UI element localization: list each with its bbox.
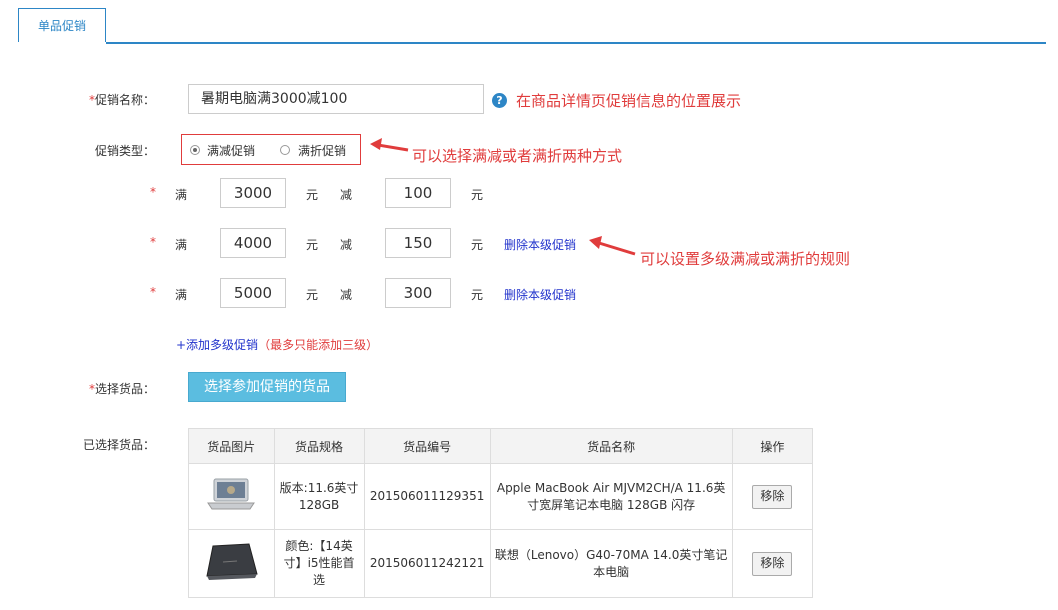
tab-underline: [106, 42, 1046, 44]
product-name: Apple MacBook Air MJVM2CH/A 11.6英寸宽屏笔记本电…: [489, 463, 733, 530]
add-tier-link[interactable]: +添加多级促销: [176, 338, 258, 352]
required-mark: *: [150, 285, 156, 299]
remove-button[interactable]: 移除: [752, 484, 793, 509]
select-goods-label: *选择货品：: [88, 382, 155, 396]
laptop-image: [206, 543, 258, 580]
tab-single-promotion[interactable]: 单品促销: [18, 8, 106, 42]
col-header-code: 货品编号: [363, 428, 491, 464]
help-icon[interactable]: ?: [492, 93, 507, 108]
laptop-image: [207, 478, 256, 510]
tier-1-amount-input[interactable]: 3000: [220, 178, 286, 208]
product-spec: 版本:11.6英寸128GB: [273, 463, 365, 530]
product-image: [188, 463, 275, 530]
tier-3-discount-input[interactable]: 300: [385, 278, 451, 308]
tier-2-delete-link[interactable]: 删除本级促销: [504, 236, 576, 253]
promotion-name-hint: 在商品详情页促销信息的位置展示: [516, 92, 742, 110]
tier-hint: 可以设置多级满减或满折的规则: [640, 250, 851, 268]
add-tier-row: +添加多级促销（最多只能添加三级）: [176, 336, 378, 353]
tier-3-amount-input[interactable]: 5000: [220, 278, 286, 308]
col-header-spec: 货品规格: [273, 428, 365, 464]
required-mark: *: [150, 235, 156, 249]
tier-1-unit: 元: [306, 188, 319, 202]
col-header-name: 货品名称: [489, 428, 733, 464]
tier-2-unit: 元: [306, 238, 319, 252]
tier-1-mid: 减: [340, 188, 353, 202]
product-code: 201506011129351: [363, 463, 491, 530]
arrow-icon: [589, 236, 636, 256]
tier-1-unit2: 元: [471, 188, 484, 202]
tier-3-unit: 元: [306, 288, 319, 302]
arrow-icon: [370, 138, 409, 152]
tier-2-mid: 减: [340, 238, 353, 252]
required-mark: *: [150, 185, 156, 199]
tier-3-unit2: 元: [471, 288, 484, 302]
table-row: 版本:11.6英寸128GB 201506011129351 Apple Mac…: [188, 463, 814, 530]
radio-full-reduction-label[interactable]: 满减促销: [207, 142, 255, 159]
selected-goods-table: 货品图片 货品规格 货品编号 货品名称 操作 版本:11.6英寸128GB 20…: [188, 428, 814, 598]
product-spec: 颜色:【14英寸】i5性能首选: [273, 529, 365, 598]
product-action: 移除: [731, 529, 814, 598]
select-goods-button[interactable]: 选择参加促销的货品: [188, 372, 346, 402]
tier-2-amount-input[interactable]: 4000: [220, 228, 286, 258]
product-action: 移除: [731, 463, 814, 530]
add-tier-note: （最多只能添加三级）: [258, 338, 379, 352]
table-row: 颜色:【14英寸】i5性能首选 201506011242121 联想（Lenov…: [188, 529, 814, 598]
promotion-type-label: 促销类型：: [94, 144, 155, 158]
tier-3-mid: 减: [340, 288, 353, 302]
tier-1-prefix: 满: [175, 188, 188, 202]
col-header-action: 操作: [731, 428, 814, 464]
tier-2-discount-input[interactable]: 150: [385, 228, 451, 258]
promotion-type-hint: 可以选择满减或者满折两种方式: [412, 147, 623, 165]
product-image: [188, 529, 275, 598]
promotion-name-input[interactable]: 暑期电脑满3000减100: [188, 84, 484, 114]
tier-2-prefix: 满: [175, 238, 188, 252]
radio-full-discount-label[interactable]: 满折促销: [298, 142, 346, 159]
col-header-image: 货品图片: [188, 428, 275, 464]
tier-1-discount-input[interactable]: 100: [385, 178, 451, 208]
radio-full-reduction[interactable]: [190, 145, 200, 155]
remove-button[interactable]: 移除: [752, 551, 793, 576]
promotion-name-label: *促销名称：: [88, 93, 155, 107]
selected-goods-label: 已选择货品：: [82, 438, 155, 452]
product-code: 201506011242121: [363, 529, 491, 598]
product-name: 联想（Lenovo）G40-70MA 14.0英寸笔记本电脑: [489, 529, 733, 598]
tier-3-prefix: 满: [175, 288, 188, 302]
radio-full-discount[interactable]: [280, 145, 290, 155]
tier-3-delete-link[interactable]: 删除本级促销: [504, 286, 576, 303]
tier-2-unit2: 元: [471, 238, 484, 252]
